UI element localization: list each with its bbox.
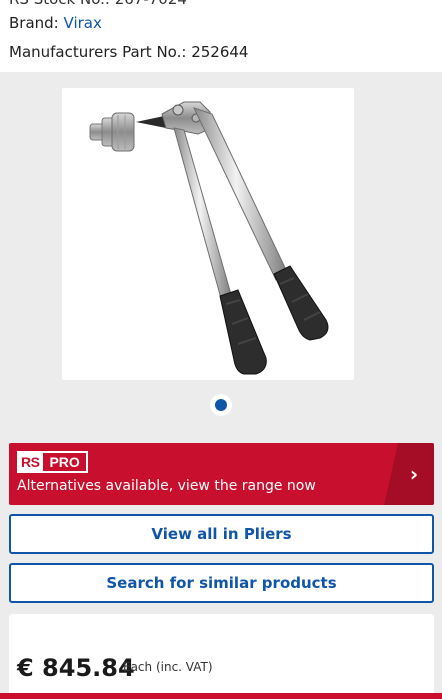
rs-pro-alternatives-banner[interactable]: RS PRO Alternatives available, view the …: [9, 443, 434, 505]
price-value: € 845.84: [17, 654, 135, 682]
bottom-accent-bar: [0, 693, 442, 699]
gallery-pagination: [0, 394, 442, 416]
price-unit-label: Each (inc. VAT): [123, 660, 213, 674]
pro-logo-mark: PRO: [43, 451, 88, 473]
rs-pro-logo: RS PRO: [17, 451, 88, 473]
product-info-section: RS Stock No.: 267-7024 Brand: Virax Manu…: [0, 0, 442, 72]
pipe-expander-pliers-image: [89, 101, 329, 375]
brand-line: Brand: Virax: [9, 14, 102, 32]
brand-label: Brand:: [9, 14, 59, 32]
price-card: € 845.84 Each (inc. VAT): [9, 614, 434, 699]
image-gallery: [0, 72, 442, 434]
stock-number-line: RS Stock No.: 267-7024: [9, 0, 187, 8]
mpn-label: Manufacturers Part No.:: [9, 43, 187, 61]
mpn-value: 252644: [191, 43, 249, 61]
chevron-right-icon: ›: [409, 462, 419, 486]
search-similar-products-button[interactable]: Search for similar products: [9, 563, 434, 603]
view-all-in-pliers-button[interactable]: View all in Pliers: [9, 514, 434, 554]
rs-pro-banner-text: Alternatives available, view the range n…: [17, 478, 316, 494]
manufacturer-part-number: Manufacturers Part No.: 252644: [9, 43, 248, 61]
gallery-dot-active[interactable]: [210, 394, 232, 416]
rs-logo-mark: RS: [17, 451, 44, 473]
product-image[interactable]: [62, 88, 354, 380]
brand-link[interactable]: Virax: [64, 14, 102, 32]
banner-arrow-area[interactable]: ›: [384, 443, 434, 505]
